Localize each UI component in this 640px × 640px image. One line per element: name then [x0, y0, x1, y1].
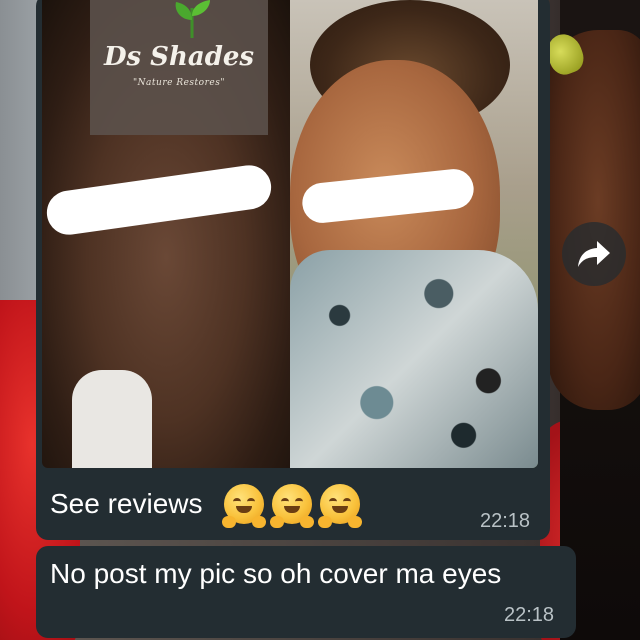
brand-logo-title: Ds Shades — [103, 42, 255, 72]
photo-before-shirt — [72, 370, 152, 468]
forward-arrow-icon — [578, 241, 610, 267]
message-text: See reviews — [50, 488, 203, 519]
brand-logo: Ds Shades "Nature Restores" — [90, 0, 268, 135]
leaf-icon — [175, 0, 210, 39]
hugging-face-emoji-icon — [222, 484, 266, 528]
emoji-group — [222, 484, 362, 528]
forward-button[interactable] — [562, 222, 626, 286]
background-hand — [548, 30, 640, 410]
message-photo[interactable]: Ds Shades "Nature Restores" — [42, 0, 538, 468]
hugging-face-emoji-icon — [318, 484, 362, 528]
photo-after-top — [290, 250, 538, 468]
message-timestamp: 22:18 — [504, 604, 555, 626]
hugging-face-emoji-icon — [270, 484, 314, 528]
brand-logo-tagline: "Nature Restores" — [133, 78, 225, 88]
message-timestamp: 22:18 — [480, 510, 531, 532]
photo-after — [290, 0, 538, 468]
message-text: No post my pic so oh cover ma eyes — [50, 558, 502, 589]
